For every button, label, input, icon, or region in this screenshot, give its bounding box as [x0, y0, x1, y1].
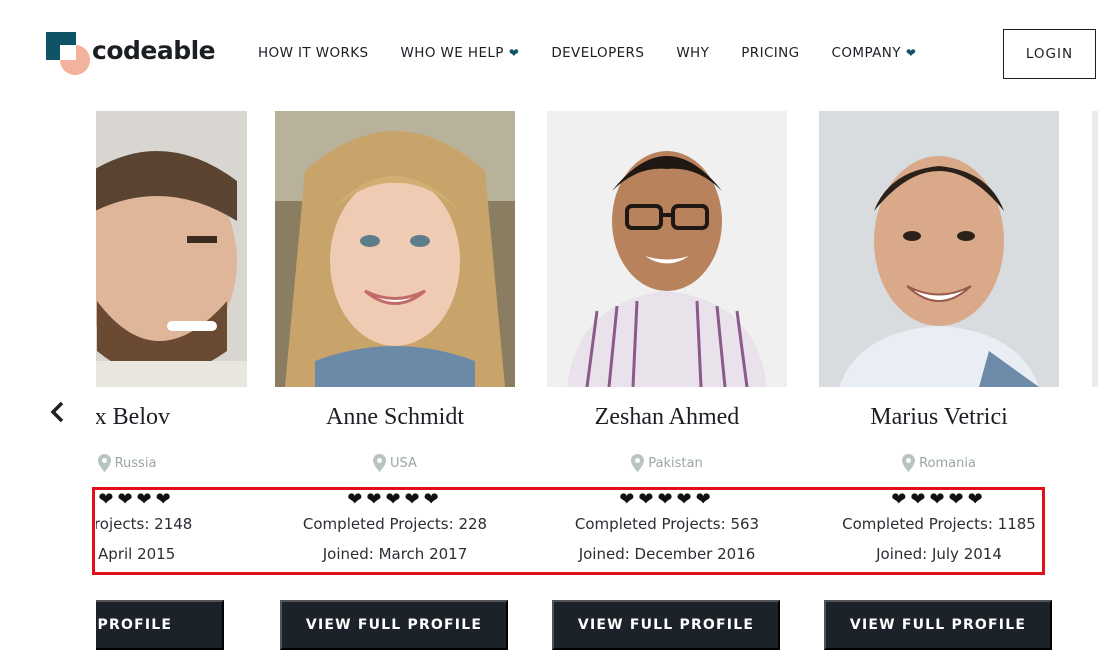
- nav-label: WHO WE HELP: [400, 45, 504, 61]
- nav-label: DEVELOPERS: [551, 45, 645, 61]
- location-pin-icon: [97, 454, 111, 472]
- joined-date: d: April 2015: [96, 545, 176, 563]
- developer-photo: [1092, 111, 1098, 387]
- developer-location: USA: [266, 454, 524, 472]
- developer-photo: [96, 111, 247, 387]
- developer-card: ex Belov Russia ❤❤❤❤❤ ed Projects: 2148 …: [96, 111, 256, 651]
- location-label: Russia: [114, 455, 157, 471]
- location-label: USA: [390, 455, 417, 471]
- nav-developers[interactable]: DEVELOPERS: [551, 45, 644, 61]
- completed-projects: Completed Projects: 563: [574, 515, 760, 533]
- developer-card: Anne Schmidt USA ❤❤❤❤❤ Completed Project…: [266, 111, 524, 651]
- developer-carousel: ex Belov Russia ❤❤❤❤❤ ed Projects: 2148 …: [96, 111, 1098, 651]
- joined-date: Joined: March 2017: [322, 545, 468, 563]
- chevron-left-icon: [50, 401, 64, 423]
- nav-company[interactable]: COMPANY ❤: [832, 45, 917, 61]
- rating-hearts: ❤❤❤❤❤: [96, 489, 175, 509]
- nav-label: WHY: [676, 45, 710, 61]
- developer-card: Zeshan Ahmed Pakistan ❤❤❤❤❤ Completed Pr…: [538, 111, 796, 651]
- joined-date: Joined: December 2016: [578, 545, 756, 563]
- location-pin-icon: [902, 454, 916, 472]
- main-nav: HOW IT WORKS WHO WE HELP ❤ DEVELOPERS WHY…: [258, 45, 948, 61]
- heart-dropdown-icon: ❤: [508, 46, 520, 60]
- developer-card: [1082, 111, 1098, 651]
- rating-hearts: ❤❤❤❤❤: [619, 489, 715, 509]
- nav-how-it-works[interactable]: HOW IT WORKS: [258, 45, 369, 61]
- nav-label: COMPANY: [831, 45, 901, 61]
- developer-photo: [275, 111, 515, 387]
- rating-hearts: ❤❤❤❤❤: [891, 489, 987, 509]
- view-full-profile-button[interactable]: VIEW FULL PROFILE: [552, 600, 780, 650]
- nav-who-we-help[interactable]: WHO WE HELP ❤: [401, 45, 520, 61]
- view-full-profile-button[interactable]: VIEW FULL PROFILE: [280, 600, 508, 650]
- location-pin-icon: [631, 454, 645, 472]
- developer-location: Pakistan: [538, 454, 796, 472]
- location-label: Pakistan: [648, 455, 703, 471]
- logo-mark-icon: [46, 32, 92, 78]
- developer-name: ex Belov: [96, 404, 170, 430]
- developer-name: Marius Vetrici: [870, 404, 1008, 430]
- codeable-logo[interactable]: codeable: [46, 32, 226, 78]
- joined-date: Joined: July 2014: [876, 545, 1002, 563]
- carousel-prev-button[interactable]: [44, 398, 72, 426]
- completed-projects: Completed Projects: 1185: [842, 515, 1036, 533]
- developer-card: Marius Vetrici Romania ❤❤❤❤❤ Completed P…: [810, 111, 1068, 651]
- view-full-profile-button[interactable]: VIEW FULL PROFILE: [824, 600, 1052, 650]
- brand-name: codeable: [92, 35, 216, 65]
- nav-label: HOW IT WORKS: [258, 45, 369, 61]
- nav-label: PRICING: [741, 45, 800, 61]
- completed-projects: Completed Projects: 228: [302, 515, 488, 533]
- developer-location: Romania: [810, 454, 1068, 472]
- login-button[interactable]: LOGIN: [1003, 29, 1096, 79]
- view-full-profile-button[interactable]: FULL PROFILE: [96, 600, 224, 650]
- location-label: Romania: [919, 455, 976, 471]
- nav-pricing[interactable]: PRICING: [741, 45, 799, 61]
- developer-name: Zeshan Ahmed: [594, 404, 740, 430]
- developer-photo: [819, 111, 1059, 387]
- developer-photo: [547, 111, 787, 387]
- heart-dropdown-icon: ❤: [905, 46, 917, 60]
- rating-hearts: ❤❤❤❤❤: [347, 489, 443, 509]
- completed-projects: ed Projects: 2148: [96, 515, 193, 533]
- nav-why[interactable]: WHY: [676, 45, 709, 61]
- developer-location: Russia: [96, 454, 256, 472]
- location-pin-icon: [373, 454, 387, 472]
- developer-name: Anne Schmidt: [326, 404, 464, 430]
